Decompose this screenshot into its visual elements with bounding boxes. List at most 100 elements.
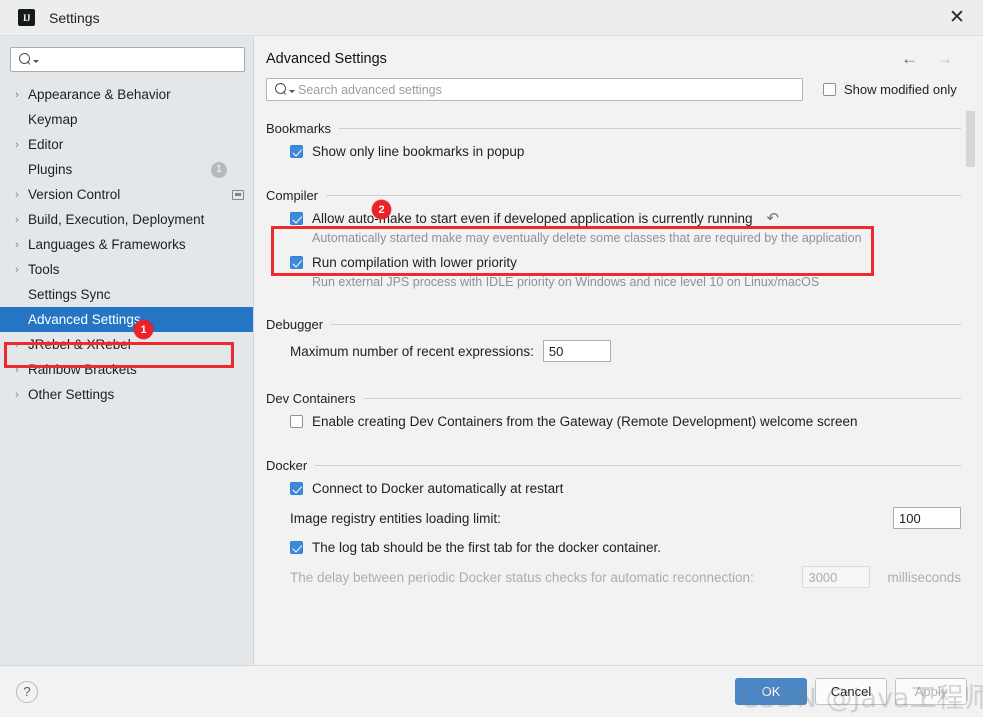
setting-label: Enable creating Dev Containers from the … xyxy=(312,414,858,429)
setting-checkbox[interactable] xyxy=(290,415,303,428)
section-title: Dev Containers xyxy=(266,391,356,406)
main-header: Advanced Settings ← → xyxy=(254,36,983,67)
setting-label: Image registry entities loading limit: xyxy=(290,510,501,526)
setting-checkbox[interactable] xyxy=(290,212,303,225)
sidebar-item-label: Plugins xyxy=(28,162,73,177)
arrow-left-icon[interactable]: ← xyxy=(901,50,918,67)
setting-description: Run external JPS process with IDLE prior… xyxy=(312,275,820,289)
search-icon xyxy=(275,83,288,96)
section-header: Bookmarks xyxy=(266,121,961,136)
setting-label: Connect to Docker automatically at resta… xyxy=(312,481,564,496)
setting-row: Enable creating Dev Containers from the … xyxy=(266,408,961,434)
sidebar-item-version-control[interactable]: › Version Control xyxy=(0,182,253,207)
annotation-marker-1: 1 xyxy=(134,320,153,339)
sidebar-item-label: JRebel & XRebel xyxy=(28,337,131,352)
setting-row: Run compilation with lower priority xyxy=(266,249,961,275)
scrollbar-thumb[interactable] xyxy=(966,111,975,167)
setting-number-input[interactable] xyxy=(802,566,871,588)
section-divider xyxy=(363,398,961,399)
annotation-marker-2: 2 xyxy=(372,200,391,219)
sidebar-item-editor[interactable]: › Editor xyxy=(0,132,253,157)
sidebar-item-label: Keymap xyxy=(28,112,78,127)
sidebar-item-plugins[interactable]: ›Plugins1 xyxy=(0,157,253,182)
sidebar-item-label: Rainbow Brackets xyxy=(28,362,137,377)
close-icon[interactable]: ✕ xyxy=(943,4,971,32)
sidebar-item-rainbow-brackets[interactable]: › Rainbow Brackets xyxy=(0,357,253,382)
setting-checkbox[interactable] xyxy=(290,482,303,495)
setting-row: Maximum number of recent expressions: xyxy=(266,334,961,367)
sidebar-item-build-execution-deployment[interactable]: › Build, Execution, Deployment xyxy=(0,207,253,232)
sidebar-search-wrap xyxy=(0,36,253,78)
section-header: Debugger xyxy=(266,317,961,332)
sidebar-item-label: Settings Sync xyxy=(28,287,111,302)
ok-button[interactable]: OK xyxy=(735,678,807,705)
sidebar-item-appearance-behavior[interactable]: › Appearance & Behavior xyxy=(0,82,253,107)
sidebar-item-badge: 1 xyxy=(211,161,227,178)
show-modified-only-label: Show modified only xyxy=(844,82,957,97)
setting-checkbox[interactable] xyxy=(290,541,303,554)
revert-icon[interactable]: ↶ xyxy=(767,211,780,226)
scrollbar-track[interactable] xyxy=(966,109,975,665)
chevron-right-icon[interactable]: › xyxy=(10,339,24,351)
section-header: Compiler xyxy=(266,188,961,203)
setting-number-input[interactable] xyxy=(542,340,611,362)
chevron-right-icon[interactable]: › xyxy=(10,364,24,376)
show-modified-only-checkbox[interactable] xyxy=(823,83,836,96)
settings-main-panel: Advanced Settings ← → Show modified only xyxy=(254,36,983,665)
section-divider xyxy=(326,195,961,196)
sidebar-item-settings-sync[interactable]: ›Settings Sync xyxy=(0,282,253,307)
filter-row: Show modified only xyxy=(254,67,983,101)
chevron-right-icon[interactable]: › xyxy=(10,89,24,101)
sidebar-item-label: Appearance & Behavior xyxy=(28,87,171,102)
section-title: Bookmarks xyxy=(266,121,332,136)
setting-row: Image registry entities loading limit: xyxy=(266,501,961,534)
sidebar-search-input[interactable] xyxy=(39,51,238,68)
show-modified-only-row[interactable]: Show modified only xyxy=(823,82,957,97)
apply-button[interactable]: Apply xyxy=(895,678,967,705)
setting-label: The delay between periodic Docker status… xyxy=(290,569,754,585)
setting-checkbox[interactable] xyxy=(290,145,303,158)
section-header: Docker xyxy=(266,458,961,473)
settings-tree: ›Appearance & Behavior›Keymap›Editor›Plu… xyxy=(0,78,253,407)
chevron-right-icon[interactable]: › xyxy=(10,214,24,226)
sidebar-item-label: Other Settings xyxy=(28,387,115,402)
sidebar-item-languages-frameworks[interactable]: › Languages & Frameworks xyxy=(0,232,253,257)
advanced-search-box[interactable] xyxy=(266,78,803,101)
setting-label: Maximum number of recent expressions: xyxy=(290,343,534,359)
setting-label: The log tab should be the first tab for … xyxy=(312,540,661,555)
sidebar-item-other-settings[interactable]: › Other Settings xyxy=(0,382,253,407)
settings-dialog: IJ Settings ✕ ›Appearance & Behavior›Key… xyxy=(0,0,983,717)
search-advanced-settings-input[interactable] xyxy=(295,81,796,98)
title-bar: IJ Settings ✕ xyxy=(0,0,983,36)
chevron-right-icon[interactable]: › xyxy=(10,139,24,151)
setting-row: Connect to Docker automatically at resta… xyxy=(266,475,961,501)
setting-checkbox[interactable] xyxy=(290,256,303,269)
chevron-right-icon[interactable]: › xyxy=(10,264,24,276)
sidebar-item-label: Languages & Frameworks xyxy=(28,237,186,252)
settings-scroll-area: Bookmarks Show only line bookmarks in pop… xyxy=(254,109,983,665)
chevron-right-icon[interactable]: › xyxy=(10,189,24,201)
window-title: Settings xyxy=(49,9,100,26)
sidebar-item-label: Build, Execution, Deployment xyxy=(28,212,205,227)
help-icon[interactable]: ? xyxy=(16,680,38,703)
sidebar-item-label: Tools xyxy=(28,262,60,277)
sidebar-item-jrebel-xrebel[interactable]: › JRebel & XRebel xyxy=(0,332,253,357)
setting-suffix-label: milliseconds xyxy=(887,569,961,585)
chevron-right-icon[interactable]: › xyxy=(10,389,24,401)
setting-number-input[interactable] xyxy=(893,507,961,529)
cancel-button[interactable]: Cancel xyxy=(815,678,887,705)
intellij-idea-icon: IJ xyxy=(18,9,35,26)
sidebar-item-keymap[interactable]: ›Keymap xyxy=(0,107,253,132)
window-icon xyxy=(232,189,244,200)
arrow-right-icon[interactable]: → xyxy=(936,50,953,67)
setting-row: The delay between periodic Docker status… xyxy=(266,560,961,593)
setting-label: Show only line bookmarks in popup xyxy=(312,144,525,159)
setting-row: Show only line bookmarks in popup xyxy=(266,138,961,164)
sidebar-search-box[interactable] xyxy=(10,47,245,72)
sidebar-item-advanced-settings[interactable]: ›Advanced Settings xyxy=(0,307,253,332)
chevron-right-icon[interactable]: › xyxy=(10,239,24,251)
sidebar-item-tools[interactable]: › Tools xyxy=(0,257,253,282)
